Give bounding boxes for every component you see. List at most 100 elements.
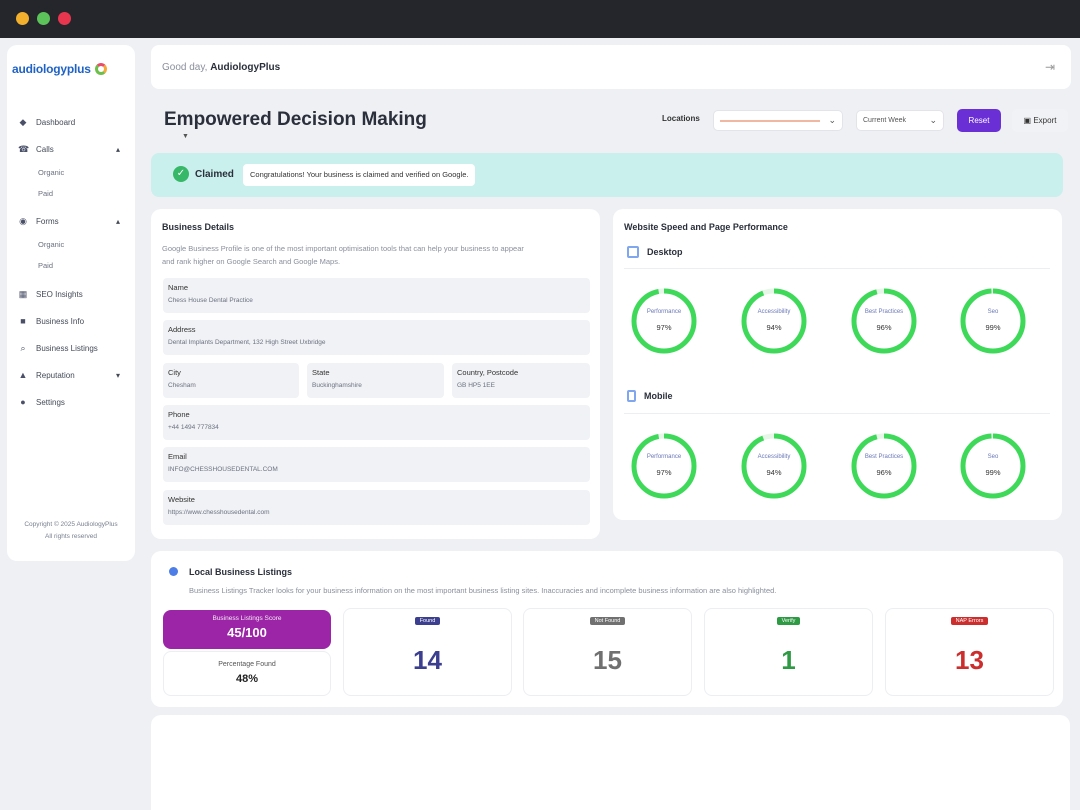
sidebar-item-calls[interactable]: ☎ Calls (18, 144, 54, 154)
maximize-dot[interactable] (37, 12, 50, 25)
sidebar-item-forms[interactable]: ◉ Forms (18, 216, 59, 226)
briefcase-icon: ■ (20, 316, 26, 326)
sidebar-item-label: Reputation (36, 370, 75, 380)
desktop-icon (627, 246, 639, 258)
reset-button[interactable]: Reset (957, 109, 1001, 132)
chevron-up-icon[interactable]: ▴ (116, 217, 120, 226)
logo-text: audiologyplus (12, 62, 91, 76)
minimize-dot[interactable] (16, 12, 29, 25)
business-details-desc: Google Business Profile is one of the mo… (162, 242, 594, 268)
field-value: GB HP5 1EE (457, 382, 495, 389)
sidebar-item-seo-insights[interactable]: ▦ SEO Insights (18, 289, 83, 299)
field-value: https://www.chesshousedental.com (168, 509, 270, 516)
desktop-label: Desktop (647, 247, 683, 257)
chevron-down-icon: ⌄ (929, 115, 937, 125)
divider (624, 268, 1050, 269)
locations-value-bar (720, 120, 820, 122)
field-label: Address (168, 325, 196, 334)
stat-number: 15 (593, 645, 622, 675)
gauge-label: Best Practices (864, 309, 904, 315)
period-select[interactable]: Current Week ⌄ (856, 110, 944, 131)
gauge-value: 97% (656, 323, 672, 332)
field-value: +44 1494 777834 (168, 424, 219, 431)
stat-not-found[interactable]: Not Found 15 (523, 608, 692, 696)
chevron-down-icon: ⌄ (828, 115, 836, 125)
field-label: Name (168, 283, 189, 292)
mobile-icon (627, 390, 636, 402)
sidebar-item-reputation[interactable]: ▲ Reputation (18, 370, 75, 380)
mobile-heading: Mobile (627, 390, 673, 402)
field-label: Country, Postcode (457, 368, 519, 377)
chevron-up-icon[interactable]: ▴ (116, 145, 120, 154)
gauge-fill (960, 288, 1026, 354)
page-title: Empowered Decision Making (164, 109, 427, 130)
sidebar-item-business-info[interactable]: ■ Business Info (18, 316, 84, 326)
sidebar-item-label: Settings (36, 397, 65, 407)
stat-nap-errors[interactable]: NAP Errors 13 (885, 608, 1054, 696)
field-city: City Chesham (163, 363, 299, 398)
listings-score-box: Business Listings Score 45/100 (163, 610, 331, 649)
logo-mark-icon (94, 63, 107, 75)
field-value: Buckinghamshire (312, 382, 362, 389)
sidebar-subitem-calls-organic[interactable]: Organic (38, 168, 64, 177)
copyright-line: All rights reserved (44, 533, 98, 540)
gauge-value: 96% (876, 468, 892, 477)
stat-verify[interactable]: Verify 1 (704, 608, 873, 696)
locations-select[interactable]: ⌄ (713, 110, 843, 131)
gauge-mobile-accessibility: Accessibility 94% (740, 432, 808, 500)
listings-title: Local Business Listings (189, 567, 293, 577)
user-name: AudiologyPlus (210, 62, 281, 73)
export-button[interactable]: ▣ Export (1012, 109, 1068, 132)
sidebar-item-label: Calls (36, 144, 54, 154)
desc-line: and rank higher on Google Search and Goo… (162, 257, 341, 266)
gauge-fill (741, 433, 807, 499)
sidebar-subitem-forms-organic[interactable]: Organic (38, 240, 64, 249)
sidebar-item-business-listings[interactable]: ⌕ Business Listings (18, 343, 97, 353)
gauge-ring (741, 433, 807, 499)
gauge-label: Performance (646, 309, 682, 315)
listings-icon (169, 567, 178, 576)
field-label: Phone (168, 410, 190, 419)
gauge-label: Seo (987, 454, 999, 460)
copyright: Copyright © 2025 AudiologyPlus All right… (10, 519, 132, 543)
period-value: Current Week (863, 117, 907, 124)
caret-down-icon[interactable]: ▼ (182, 133, 189, 140)
sidebar-item-label: SEO Insights (36, 289, 83, 299)
greeting: Good day, AudiologyPlus (162, 62, 280, 73)
export-label: Export (1033, 116, 1057, 125)
score-label: Business Listings Score (212, 615, 282, 622)
field-email: Email INFO@CHESSHOUSEDENTAL.COM (163, 447, 590, 482)
desc-line: Google Business Profile is one of the mo… (162, 244, 524, 253)
gauge-fill (851, 433, 917, 499)
globe-icon: ◉ (19, 216, 27, 226)
app-logo[interactable]: audiologyplus (12, 62, 107, 76)
gauge-fill (741, 288, 807, 354)
sidebar-subitem-forms-paid[interactable]: Paid (38, 261, 53, 270)
sidebar-item-dashboard[interactable]: ◆ Dashboard (18, 117, 76, 127)
pct-value: 48% (235, 673, 259, 685)
stat-found[interactable]: Found 14 (343, 608, 512, 696)
performance-title: Website Speed and Page Performance (624, 222, 788, 232)
close-dot[interactable] (58, 12, 71, 25)
stat-number: 1 (781, 645, 796, 675)
gauge-mobile-performance: Performance 97% (630, 432, 698, 500)
score-value: 45/100 (227, 625, 267, 640)
field-value: Chess House Dental Practice (168, 297, 253, 304)
chart-icon: ▦ (18, 289, 28, 299)
gauge-fill (631, 288, 697, 354)
sidebar-subitem-calls-paid[interactable]: Paid (38, 189, 53, 198)
export-icon: ▣ (1023, 116, 1032, 125)
field-name: Name Chess House Dental Practice (163, 278, 590, 313)
gauge-label: Performance (646, 454, 682, 460)
chevron-down-icon[interactable]: ▾ (116, 371, 120, 380)
sidebar-item-settings[interactable]: ● Settings (18, 397, 65, 407)
field-value: Dental Implants Department, 132 High Str… (168, 339, 326, 346)
copyright-line: Copyright © 2025 AudiologyPlus (24, 521, 118, 528)
next-section-card (151, 715, 1070, 810)
gauge-mobile-best-practices: Best Practices 96% (850, 432, 918, 500)
logout-icon[interactable]: ⇥ (1045, 60, 1055, 74)
locations-label: Locations (662, 114, 700, 123)
dashboard-icon: ◆ (19, 117, 27, 127)
desktop-heading: Desktop (627, 246, 683, 258)
field-value: Chesham (168, 382, 196, 389)
